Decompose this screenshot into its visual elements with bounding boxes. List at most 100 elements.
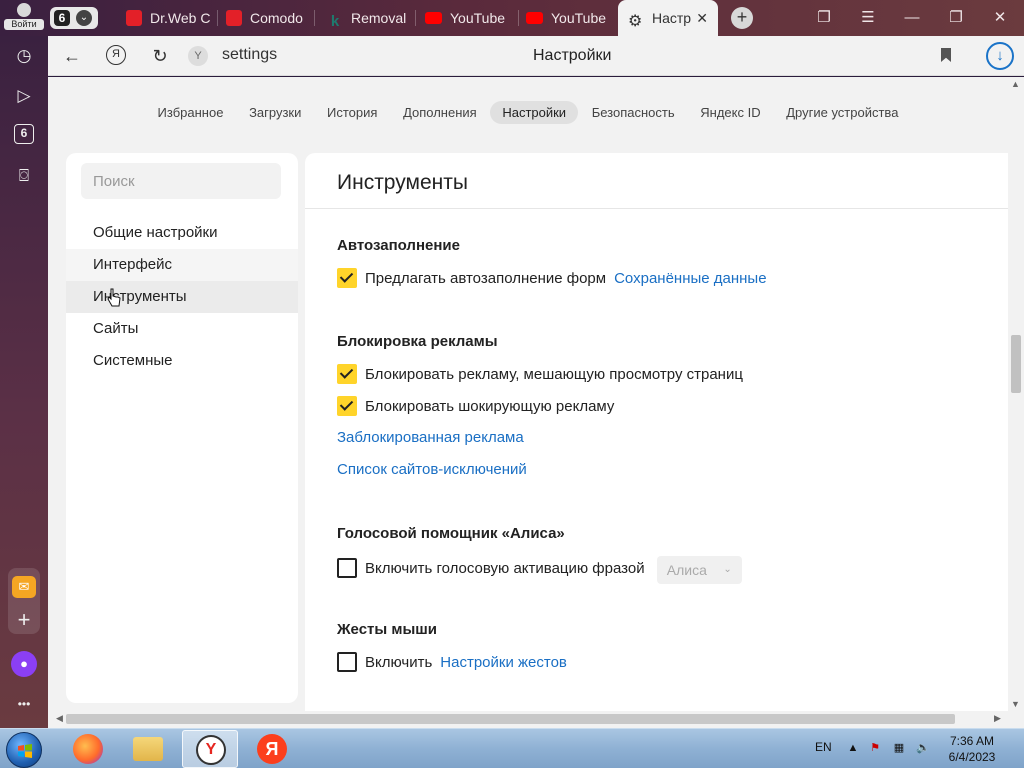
alice-activation-checkbox[interactable] bbox=[337, 558, 357, 578]
nav-security[interactable]: Безопасность bbox=[580, 101, 687, 124]
restore-icon[interactable]: ❐ bbox=[936, 0, 976, 36]
scroll-down-icon[interactable]: ▼ bbox=[1011, 699, 1020, 709]
scroll-right-icon[interactable]: ▶ bbox=[994, 713, 1001, 724]
autofill-checkbox[interactable] bbox=[337, 268, 357, 288]
vertical-scroll-thumb[interactable] bbox=[1011, 335, 1021, 393]
tab-title: Comodo bbox=[250, 10, 303, 26]
gestures-settings-link[interactable]: Настройки жестов bbox=[440, 654, 567, 671]
yandex-home-icon[interactable]: Я bbox=[106, 45, 126, 65]
sidebar-item-tools[interactable]: Инструменты bbox=[66, 281, 298, 313]
tab-youtube-1[interactable]: YouTube bbox=[425, 0, 515, 36]
nav-yandex-id[interactable]: Яндекс ID bbox=[688, 101, 772, 124]
scroll-up-icon[interactable]: ▲ bbox=[1011, 79, 1020, 89]
alice-icon[interactable]: ● bbox=[11, 651, 37, 677]
youtube-favicon-icon bbox=[425, 12, 442, 24]
taskbar-firefox[interactable] bbox=[60, 730, 116, 768]
nav-extensions[interactable]: Дополнения bbox=[391, 101, 489, 124]
bookmark-icon[interactable] bbox=[941, 48, 951, 62]
side-panel: ◷ ▷ 6 ⌼ ✉ + ● ••• bbox=[0, 36, 48, 728]
drweb-favicon-icon bbox=[126, 10, 142, 26]
volume-muted-icon[interactable]: 🔈 bbox=[916, 741, 930, 755]
horizontal-scrollbar[interactable]: ◀ ▶ bbox=[48, 711, 1024, 728]
close-tab-icon[interactable]: ✕ bbox=[696, 0, 708, 36]
tabs-badge-icon[interactable]: 6 bbox=[14, 124, 34, 144]
close-window-icon[interactable]: ✕ bbox=[980, 0, 1020, 36]
blocked-ads-link[interactable]: Заблокированная реклама bbox=[337, 428, 524, 448]
login-button[interactable]: Войти bbox=[4, 2, 44, 34]
action-center-flag-icon[interactable]: ⚑ bbox=[868, 741, 882, 755]
url-text[interactable]: settings bbox=[222, 46, 277, 64]
minimize-icon[interactable]: — bbox=[892, 0, 932, 36]
sidebar-item-general[interactable]: Общие настройки bbox=[66, 217, 298, 249]
windows-logo-icon bbox=[18, 744, 32, 758]
alice-activation-label[interactable]: Включить голосовую активацию фразой bbox=[365, 560, 645, 577]
nav-downloads[interactable]: Загрузки bbox=[237, 101, 313, 124]
tab-drweb[interactable]: Dr.Web C bbox=[126, 0, 210, 36]
adblock-shocking-checkbox[interactable] bbox=[337, 396, 357, 416]
adblock-row-1: Блокировать рекламу, мешающую просмотру … bbox=[337, 364, 743, 384]
chevron-down-icon[interactable]: ⌄ bbox=[76, 10, 92, 26]
tab-settings[interactable]: ⚙ Настр ✕ bbox=[618, 0, 718, 36]
horizontal-scroll-thumb[interactable] bbox=[66, 714, 955, 724]
tab-comodo[interactable]: Comodo bbox=[226, 0, 304, 36]
gestures-heading: Жесты мыши bbox=[337, 621, 437, 638]
settings-search-input[interactable] bbox=[81, 163, 281, 199]
language-indicator[interactable]: EN bbox=[815, 740, 832, 754]
saved-data-link[interactable]: Сохранённые данные bbox=[614, 270, 766, 287]
gestures-label[interactable]: Включить bbox=[365, 654, 432, 671]
tray-expand-icon[interactable]: ▲ bbox=[846, 741, 860, 755]
adblock-annoying-checkbox[interactable] bbox=[337, 364, 357, 384]
nav-history[interactable]: История bbox=[315, 101, 389, 124]
user-avatar-icon bbox=[17, 3, 31, 17]
tab-removal[interactable]: k Removal bbox=[327, 0, 407, 36]
scroll-left-icon[interactable]: ◀ bbox=[56, 713, 63, 724]
screenshot-camera-icon[interactable]: ⌼ bbox=[12, 164, 36, 188]
site-info-icon[interactable]: Y bbox=[188, 46, 208, 66]
adblock-shocking-label[interactable]: Блокировать шокирующую рекламу bbox=[365, 398, 614, 415]
alice-row: Включить голосовую активацию фразой Алис… bbox=[337, 556, 742, 584]
reload-icon[interactable]: ↻ bbox=[148, 44, 172, 68]
download-icon[interactable]: ↓ bbox=[986, 42, 1014, 70]
scrollbar-corner bbox=[1008, 711, 1024, 728]
network-icon[interactable]: ▦ bbox=[892, 741, 906, 755]
section-title: Инструменты bbox=[337, 171, 468, 194]
sidebar-item-sites[interactable]: Сайты bbox=[66, 313, 298, 345]
taskbar-yandex-browser[interactable]: Y bbox=[182, 730, 238, 768]
tab-title: Removal bbox=[351, 10, 407, 26]
history-clock-icon[interactable]: ◷ bbox=[12, 44, 36, 68]
mail-icon[interactable]: ✉ bbox=[12, 576, 36, 598]
more-icon[interactable]: ••• bbox=[12, 692, 36, 716]
hand-cursor-icon bbox=[107, 288, 121, 307]
autofill-label[interactable]: Предлагать автозаполнение форм bbox=[365, 270, 606, 287]
adblock-annoying-label[interactable]: Блокировать рекламу, мешающую просмотру … bbox=[365, 366, 743, 383]
start-button[interactable] bbox=[6, 732, 42, 768]
nav-other-devices[interactable]: Другие устройства bbox=[774, 101, 910, 124]
taskbar-explorer[interactable] bbox=[120, 730, 176, 768]
address-bar: ← Я ↻ Y settings Настройки ↓ bbox=[48, 36, 1024, 76]
back-arrow-icon[interactable]: ← bbox=[60, 44, 84, 68]
menu-icon[interactable]: ☰ bbox=[848, 0, 888, 36]
taskbar-yandex[interactable]: Я bbox=[244, 730, 300, 768]
gear-icon: ⚙ bbox=[628, 13, 643, 30]
tab-count-widget[interactable]: 6 ⌄ bbox=[50, 7, 98, 29]
new-tab-button[interactable]: + bbox=[731, 7, 753, 29]
sidebar-item-interface[interactable]: Интерфейс bbox=[66, 249, 298, 281]
section-divider bbox=[305, 208, 1008, 209]
sidebar-item-system[interactable]: Системные bbox=[66, 345, 298, 377]
page-title: Настройки bbox=[533, 47, 612, 64]
vertical-scrollbar[interactable]: ▲ ▼ bbox=[1008, 77, 1024, 711]
alice-phrase-select[interactable]: Алиса ⌄ bbox=[656, 556, 742, 584]
tab-youtube-2[interactable]: YouTube bbox=[526, 0, 614, 36]
nav-favorites[interactable]: Избранное bbox=[146, 101, 236, 124]
system-clock[interactable]: 7:36 AM 6/4/2023 bbox=[940, 733, 1004, 765]
add-panel-icon[interactable]: + bbox=[12, 608, 36, 632]
tab-title: Настр bbox=[652, 10, 692, 26]
tab-collections-icon[interactable]: ❐ bbox=[804, 0, 844, 36]
folder-icon bbox=[133, 737, 163, 761]
clock-date: 6/4/2023 bbox=[948, 750, 996, 764]
nav-settings[interactable]: Настройки bbox=[490, 101, 579, 124]
gestures-checkbox[interactable] bbox=[337, 652, 357, 672]
alice-phrase-value: Алиса bbox=[666, 562, 707, 578]
exceptions-list-link[interactable]: Список сайтов-исключений bbox=[337, 460, 527, 480]
play-icon[interactable]: ▷ bbox=[12, 84, 36, 108]
